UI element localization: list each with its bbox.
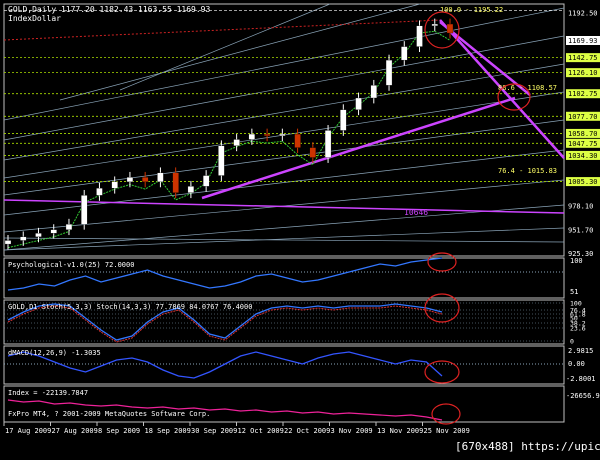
candle-body — [294, 133, 301, 148]
price-tick-label: 1034.30 — [568, 152, 598, 160]
candle-body — [20, 236, 27, 241]
date-axis: 17 Aug 2009 27 Aug 2009 8 Sep 2009 18 Sep 2… — [3, 422, 470, 435]
candle-body — [172, 172, 179, 193]
candle-body — [248, 133, 256, 140]
macd-label: dMACD(12,26,9) -1.3035 — [8, 349, 101, 357]
stoch-tick: 23.6 — [570, 325, 586, 333]
macd-tick-zero: 0.00 — [568, 360, 585, 368]
price-tick-label: 1142.75 — [568, 54, 598, 62]
fan-line — [3, 227, 565, 251]
candle-body — [142, 177, 149, 183]
macd-tick-top: 2.9815 — [568, 347, 593, 355]
macd-tick-bottom: -2.8001 — [566, 375, 596, 383]
candle-body — [446, 23, 454, 34]
candle-body — [187, 186, 195, 193]
candle-body — [233, 139, 240, 146]
fan-line — [3, 237, 565, 243]
annotation-10646: 10646 — [404, 208, 428, 217]
fan-line — [3, 149, 565, 216]
fan-line — [59, 3, 421, 101]
candle-body — [385, 59, 393, 86]
stoch-label: GOLD,D1 Stoch(5,3,3) Stoch(14,3,3) 77.78… — [8, 303, 252, 311]
stoch-tick-labels: 10076.461.85038.223.60 — [570, 300, 586, 346]
fan-line — [3, 63, 565, 161]
stoch-fast — [7, 305, 443, 343]
price-tick-label: 978.10 — [568, 203, 593, 211]
candle-body — [279, 133, 286, 137]
index-tick: -26656.9 — [566, 392, 600, 400]
date-label: 13 Nov 2009 — [377, 427, 423, 435]
price-tick-label: 951.70 — [568, 226, 593, 234]
chart-svg[interactable]: 1192.50 1142.75 1126.10 1102.75 1077.70 1058.… — [0, 0, 600, 456]
candle-body — [431, 23, 438, 26]
psych-tick-51: 51 — [570, 288, 578, 296]
price-tick-label: 1047.75 — [568, 140, 598, 148]
fan-lines — [3, 3, 565, 251]
main-panel — [3, 3, 565, 257]
index-label: Index = -22139.7847 — [8, 389, 88, 397]
date-label: 18 Sep 2009 — [145, 427, 191, 435]
candles — [4, 18, 454, 250]
current-price-text: 1169.93 — [568, 37, 598, 45]
price-tick-label: 1077.70 — [568, 113, 598, 121]
fib-label-100: 100.0 - 1195.22 — [440, 6, 503, 14]
stoch-tick: 0 — [570, 338, 574, 346]
fib-label-764: 76.4 - 1015.83 — [498, 167, 557, 175]
symbol-line: GOLD,Daily 1177.20 1182.43 1163.55 1169.… — [8, 5, 210, 14]
chart-window: 1192.50 1142.75 1126.10 1102.75 1077.70 1058.… — [0, 0, 600, 456]
candle-body — [35, 233, 42, 238]
price-tick-label: 1102.75 — [568, 90, 598, 98]
price-axis: 1192.50 1142.75 1126.10 1102.75 1077.70 1058.… — [566, 9, 600, 258]
date-label: 27 Aug 2009 — [52, 427, 98, 435]
candle-body — [81, 195, 88, 225]
highlight-circle-index — [431, 403, 461, 425]
candle-body — [202, 175, 210, 187]
date-label: 22 Oct 2009 — [284, 427, 330, 435]
date-label: 3 Nov 2009 — [331, 427, 373, 435]
candle-body — [309, 147, 316, 158]
candle-body — [96, 188, 103, 196]
candle-body — [218, 145, 225, 176]
price-tick-label: 1005.30 — [568, 178, 598, 186]
candle-body — [401, 46, 408, 61]
dotted-red-line — [3, 19, 441, 41]
candle-body — [263, 133, 271, 137]
fan-line — [3, 35, 565, 141]
candle-body — [370, 85, 377, 99]
date-label: 8 Sep 2009 — [98, 427, 140, 435]
trendline-magenta[interactable] — [3, 199, 565, 214]
date-label: 30 Sep 2009 — [191, 427, 237, 435]
candle-body — [340, 109, 347, 131]
copyright-text: FxPro MT4, ? 2001-2009 MetaQuotes Softwa… — [8, 410, 210, 418]
date-label: 17 Aug 2009 — [5, 427, 51, 435]
date-label: 25 Nov 2009 — [424, 427, 470, 435]
candle-body — [126, 177, 134, 183]
date-label: 12 Oct 2009 — [238, 427, 284, 435]
candle-body — [416, 25, 423, 47]
fan-line — [3, 119, 565, 196]
indicator-name: IndexDollar — [8, 14, 61, 23]
price-tick-label: 1058.70 — [568, 130, 598, 138]
price-tick-label: 1126.10 — [568, 69, 598, 77]
candle-body — [4, 240, 12, 245]
candle-body — [111, 181, 118, 189]
candle-body — [50, 229, 57, 234]
candle-body — [355, 97, 362, 110]
psych-tick-100: 100 — [570, 257, 583, 265]
fan-line — [119, 3, 331, 91]
psych-label: Psychological-v1.0(25) 72.0000 — [8, 261, 134, 269]
candle-body — [324, 130, 332, 158]
candle-body — [157, 172, 164, 183]
watermark: [670x488] https://upic.me/ — [455, 440, 600, 453]
candle-body — [65, 224, 73, 230]
price-tick-label: 1192.50 — [568, 9, 598, 17]
